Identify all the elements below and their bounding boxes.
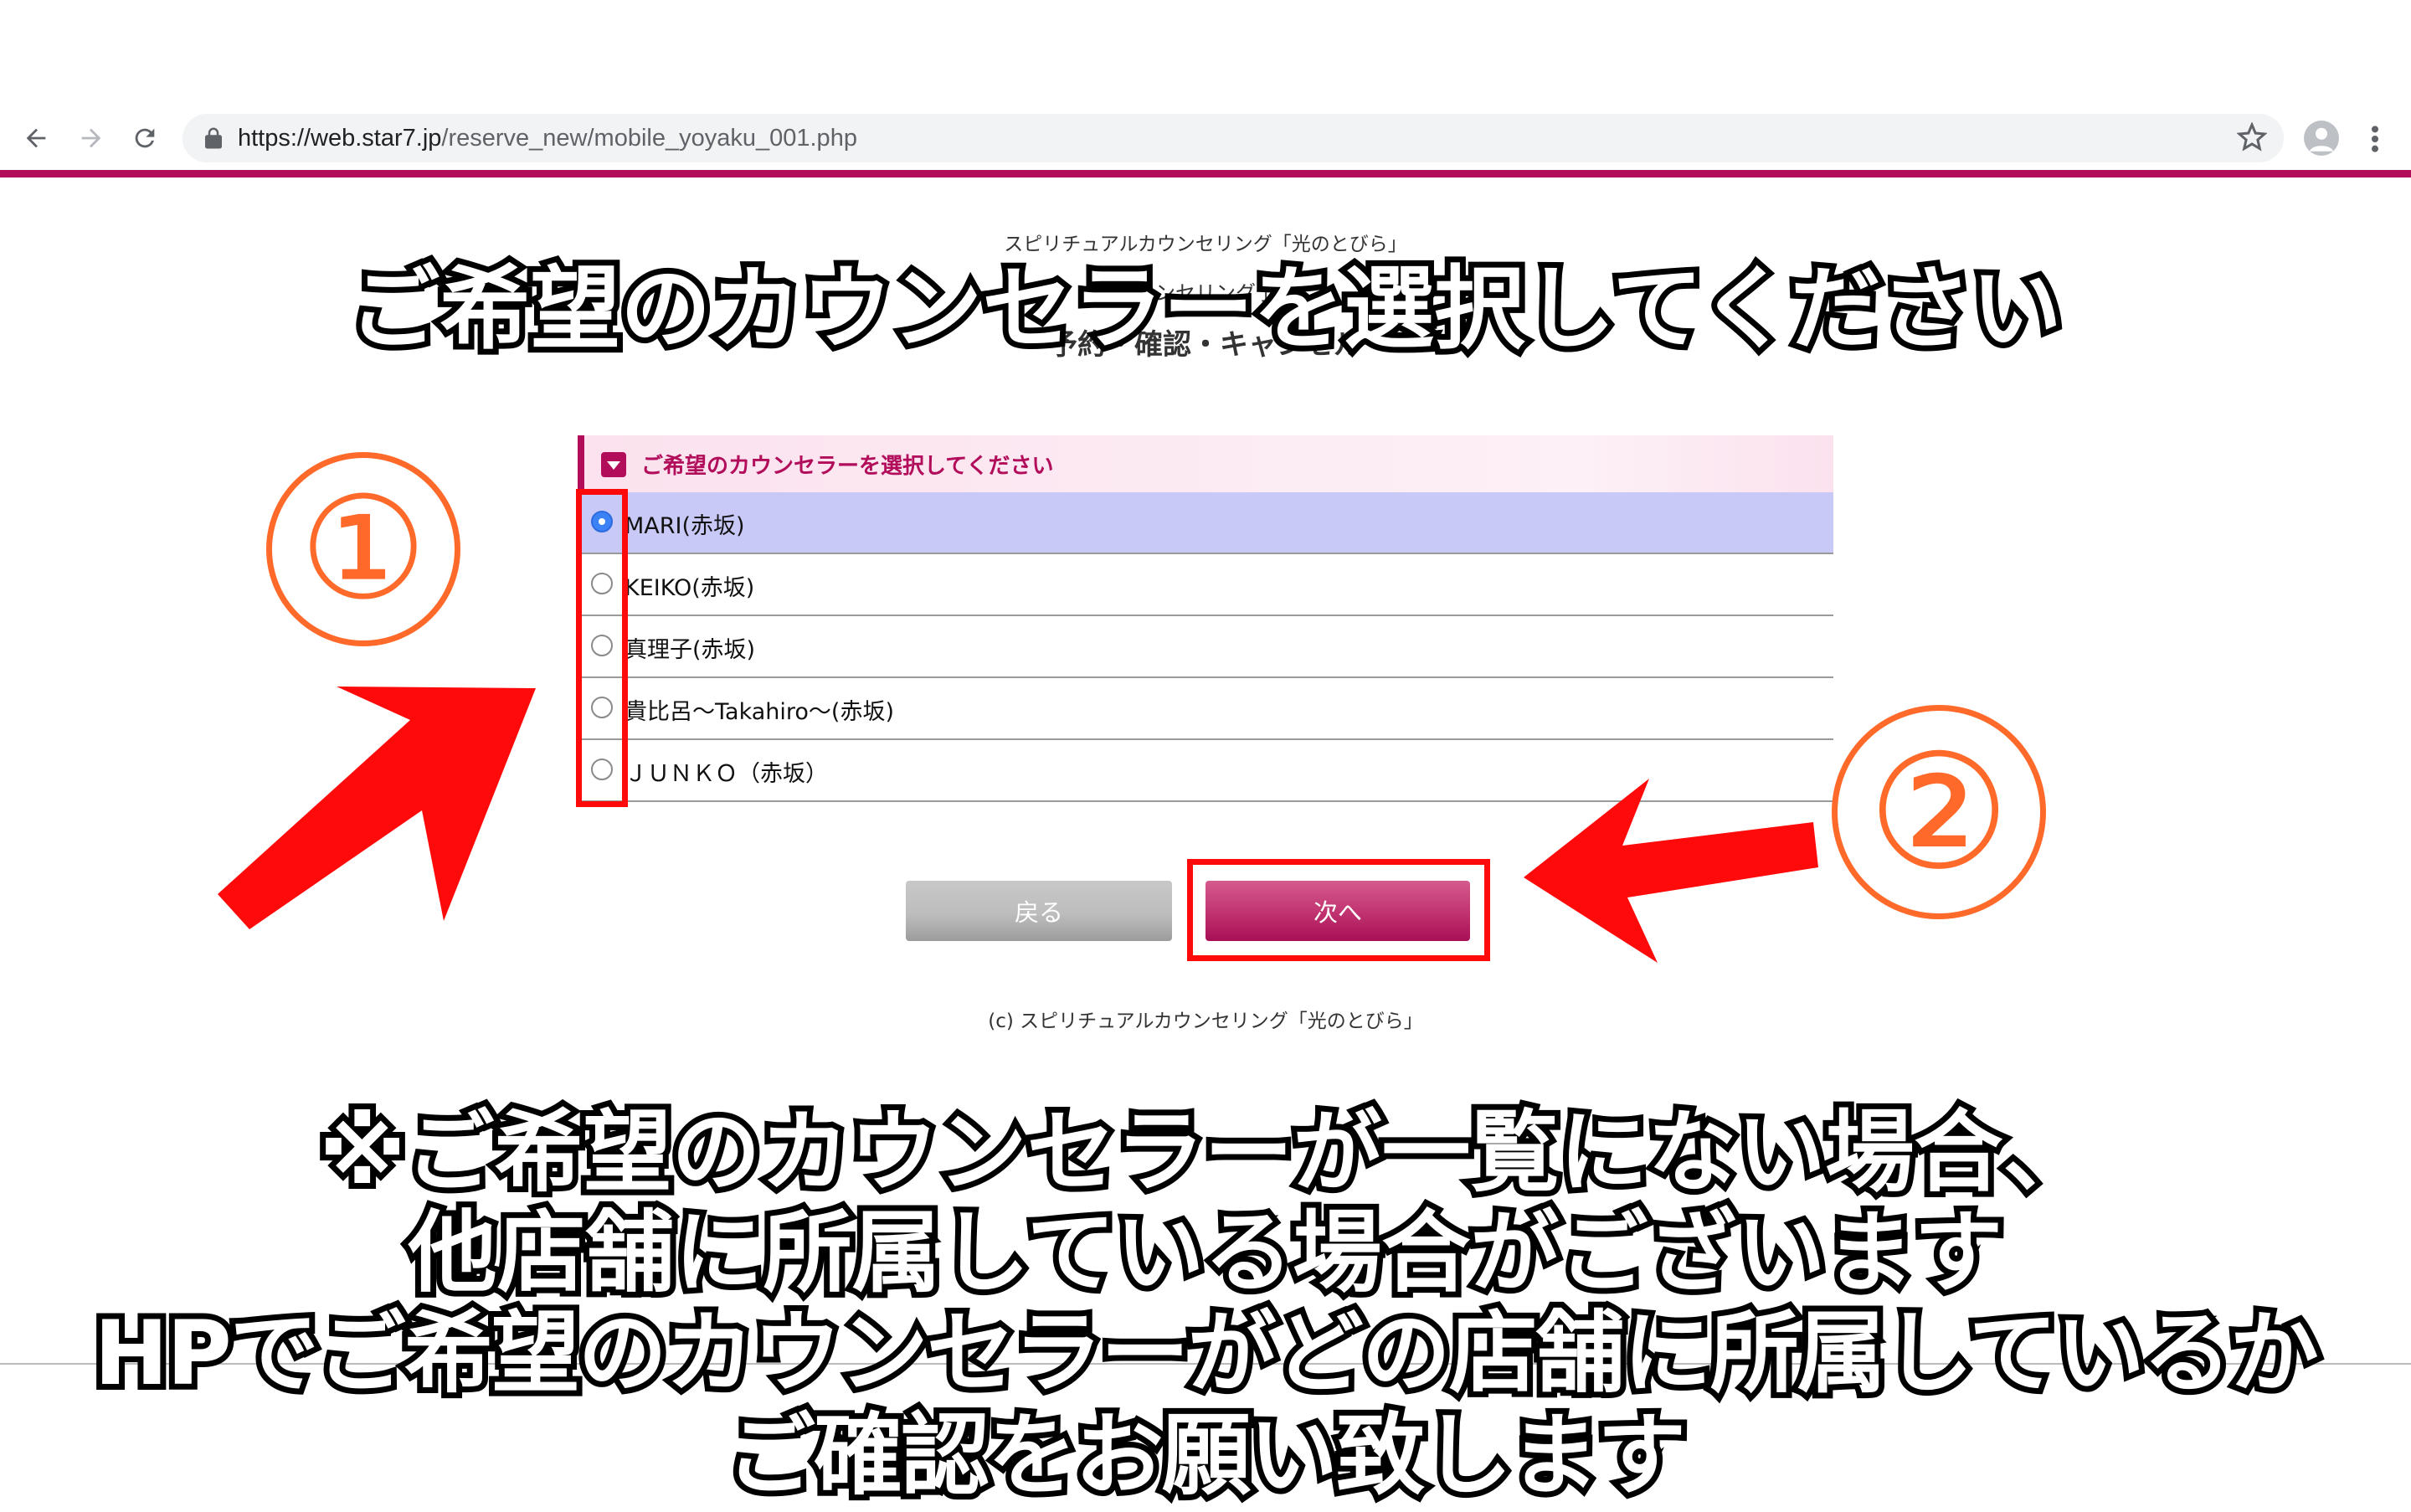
counselor-label: KEIKO(赤坂)	[625, 575, 755, 601]
red-arrow-left-icon	[1524, 779, 1818, 963]
arrow-left-icon	[26, 128, 46, 148]
url-host: https://web.star7.jp	[238, 125, 442, 152]
step-1-number: ①	[299, 466, 428, 632]
counselor-option-3[interactable]: 貴比呂〜Takahiro〜(赤坂)	[578, 678, 1833, 740]
star-icon[interactable]	[2237, 122, 2267, 152]
step-2-number: ②	[1867, 719, 2011, 905]
counselor-label: MARI(赤坂)	[625, 513, 745, 539]
forward-nav-button[interactable]	[70, 117, 112, 159]
highlight-next-button	[1187, 859, 1490, 961]
counselor-option-0[interactable]: MARI(赤坂)	[578, 492, 1833, 554]
site-top-bar	[0, 170, 2411, 177]
copyright-text: (c) スピリチュアルカウンセリング「光のとびら」	[988, 1011, 1423, 1032]
browser-chrome: https://web.star7.jp/reserve_new/mobile_…	[0, 0, 2411, 172]
counselor-panel: ご希望のカウンセラーを選択してください MARI(赤坂) KEIKO(赤坂) 真…	[578, 435, 1833, 802]
avatar-icon[interactable]	[2304, 121, 2339, 156]
counselor-label: ＪＵＮＫＯ（赤坂）	[625, 761, 828, 787]
back-nav-button[interactable]	[15, 117, 57, 159]
url-path: /reserve_new/mobile_yoyaku_001.php	[441, 125, 857, 152]
address-bar[interactable]: https://web.star7.jp/reserve_new/mobile_…	[182, 114, 2284, 162]
red-arrow-up-right-icon	[218, 687, 536, 929]
overlay-title: ご希望のカウンセラーを選択してください	[343, 251, 2068, 368]
highlight-radio-column	[576, 489, 628, 807]
reload-icon	[135, 128, 155, 148]
arrow-right-icon	[81, 128, 101, 148]
overlay-note-line-4: ご確認をお願い致します	[721, 1398, 1692, 1512]
triangle-down-icon	[601, 452, 626, 477]
reload-button[interactable]	[124, 117, 166, 159]
back-button[interactable]: 戻る	[906, 881, 1172, 941]
counselor-label: 貴比呂〜Takahiro〜(赤坂)	[625, 699, 894, 725]
panel-header-text: ご希望のカウンセラーを選択してください	[641, 454, 1054, 479]
step-1-marker: ①	[266, 452, 460, 646]
step-2-marker: ②	[1832, 705, 2046, 919]
counselor-label: 真理子(赤坂)	[625, 637, 756, 663]
counselor-option-1[interactable]: KEIKO(赤坂)	[578, 554, 1833, 616]
lock-icon	[205, 127, 222, 149]
counselor-option-2[interactable]: 真理子(赤坂)	[578, 616, 1833, 678]
kebab-menu-icon[interactable]	[2362, 122, 2388, 156]
url-text: https://web.star7.jp/reserve_new/mobile_…	[238, 122, 857, 154]
panel-header: ご希望のカウンセラーを選択してください	[578, 435, 1833, 492]
